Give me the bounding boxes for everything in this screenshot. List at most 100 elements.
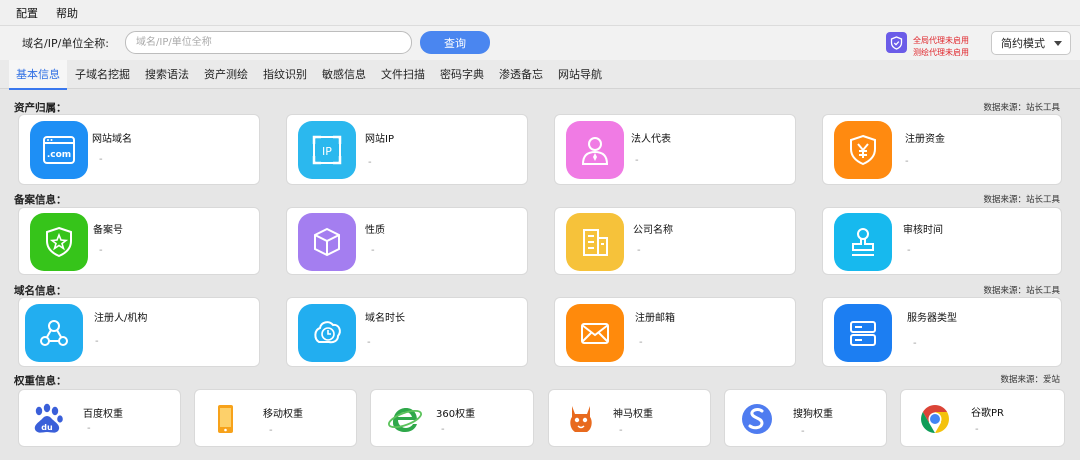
card-value: - [99, 245, 103, 256]
mode-select-value: 简约模式 [1001, 37, 1045, 50]
card-value: - [907, 245, 911, 256]
stamp-icon [834, 213, 892, 271]
card-value: - [637, 245, 641, 256]
card-value: - [269, 425, 273, 436]
menu-config[interactable]: 配置 [16, 5, 38, 21]
card-label: 备案号 [93, 225, 123, 236]
section-title-weight: 权重信息： [14, 375, 67, 387]
card-label: 神马权重 [613, 409, 653, 420]
tab-asset-mapping[interactable]: 资产测绘 [197, 60, 255, 89]
clock-icon [298, 304, 356, 362]
tab-bar: 基本信息 子域名挖掘 搜索语法 资产测绘 指纹识别 敏感信息 文件扫描 密码字典… [0, 60, 1080, 90]
info-card-reg-capital[interactable]: 注册资金 - [822, 114, 1062, 185]
card-label: 网站IP [365, 134, 394, 145]
global-proxy-status: 全局代理未启用 [913, 36, 969, 45]
info-card-legal-rep[interactable]: 法人代表 - [554, 114, 796, 185]
info-card-registrant[interactable]: 注册人/机构 - [18, 297, 260, 367]
star-shield-icon [30, 213, 88, 271]
tab-pentest-notes[interactable]: 渗透备忘 [492, 60, 550, 89]
info-card-icp-number[interactable]: 备案号 - [18, 207, 260, 275]
section-source-icp: 数据来源：站长工具 [983, 195, 1060, 205]
card-value: - [87, 423, 91, 434]
info-card-company[interactable]: 公司名称 - [554, 207, 796, 275]
tab-sensitive-info[interactable]: 敏感信息 [315, 60, 373, 89]
svg-text:IP: IP [322, 145, 332, 158]
card-value: - [441, 424, 445, 435]
card-label: 网站域名 [92, 134, 132, 145]
weight-card-shenma[interactable]: 神马权重 - [548, 389, 711, 447]
svg-text:.com: .com [47, 150, 71, 160]
section-title-domain: 域名信息： [14, 285, 67, 297]
query-button[interactable]: 查询 [420, 31, 490, 54]
tab-basic-info[interactable]: 基本信息 [9, 60, 67, 90]
info-card-domain-age[interactable]: 域名时长 - [286, 297, 528, 367]
menu-help[interactable]: 帮助 [56, 5, 78, 21]
info-card-ip[interactable]: IP 网站IP - [286, 114, 528, 185]
card-label: 法人代表 [631, 134, 671, 145]
tab-subdomain[interactable]: 子域名挖掘 [68, 60, 137, 89]
com-icon: .com [30, 121, 88, 179]
proxy-status: 全局代理未启用 测绘代理未启用 [913, 35, 969, 59]
card-value: - [905, 156, 909, 167]
info-card-nature[interactable]: 性质 - [286, 207, 528, 275]
card-label: 谷歌PR [971, 408, 1004, 419]
card-value: - [95, 336, 99, 347]
mode-select[interactable]: 简约模式 [991, 31, 1071, 55]
card-label: 注册邮箱 [635, 313, 675, 324]
section-title-icp: 备案信息： [14, 194, 67, 206]
card-value: - [635, 155, 639, 166]
info-card-reg-email[interactable]: 注册邮箱 - [554, 297, 796, 367]
card-label: 百度权重 [83, 409, 123, 420]
card-value: - [367, 337, 371, 348]
card-label: 搜狗权重 [793, 409, 833, 420]
tab-password-dict[interactable]: 密码字典 [433, 60, 491, 89]
tab-file-scan[interactable]: 文件扫描 [374, 60, 432, 89]
section-source-asset: 数据来源：站长工具 [983, 103, 1060, 113]
weight-card-sogou[interactable]: 搜狗权重 - [724, 389, 887, 447]
section-title-asset: 资产归属： [14, 102, 67, 114]
card-label: 注册人/机构 [94, 313, 148, 324]
card-value: - [371, 245, 375, 256]
proxy-shield-icon[interactable] [886, 32, 907, 53]
server-icon [834, 304, 892, 362]
baidu-icon: du [23, 395, 71, 443]
info-card-review-time[interactable]: 审核时间 - [822, 207, 1062, 275]
shenma-icon [557, 395, 605, 443]
building-icon [566, 213, 624, 271]
card-label: 服务器类型 [907, 313, 957, 324]
tab-search-syntax[interactable]: 搜索语法 [138, 60, 196, 89]
card-value: - [619, 425, 623, 436]
sogou-icon [733, 395, 781, 443]
svg-text:du: du [41, 423, 53, 432]
search-input[interactable] [125, 31, 412, 54]
toolbar: 域名/IP/单位全称: 查询 全局代理未启用 测绘代理未启用 简约模式 [0, 26, 1080, 60]
section-source-weight: 数据来源：爱站 [1000, 375, 1060, 385]
ip-icon: IP [298, 121, 356, 179]
card-value: - [801, 426, 805, 437]
search-label: 域名/IP/单位全称: [22, 37, 109, 50]
chrome-icon [911, 395, 959, 443]
card-value: - [975, 424, 979, 435]
tab-site-nav[interactable]: 网站导航 [551, 60, 609, 89]
info-card-domain[interactable]: .com 网站域名 - [18, 114, 260, 185]
card-label: 审核时间 [903, 225, 943, 236]
yuan-shield-icon [834, 121, 892, 179]
weight-card-baidu[interactable]: du 百度权重 - [18, 389, 181, 447]
weight-card-360[interactable]: 360权重 - [370, 389, 534, 447]
mobile-icon [201, 395, 249, 443]
card-value: - [368, 157, 372, 168]
person-icon [566, 121, 624, 179]
tab-fingerprint[interactable]: 指纹识别 [256, 60, 314, 89]
section-source-domain: 数据来源：站长工具 [983, 286, 1060, 296]
mail-icon [566, 304, 624, 362]
card-label: 移动权重 [263, 409, 303, 420]
network-icon [25, 304, 83, 362]
card-label: 性质 [365, 225, 385, 236]
weight-card-google[interactable]: 谷歌PR - [900, 389, 1065, 447]
chevron-down-icon [1054, 41, 1062, 46]
card-label: 360权重 [436, 409, 476, 420]
weight-card-mobile[interactable]: 移动权重 - [194, 389, 357, 447]
info-card-server-type[interactable]: 服务器类型 - [822, 297, 1062, 367]
mapping-proxy-status: 测绘代理未启用 [913, 48, 969, 57]
cube-icon [298, 213, 356, 271]
